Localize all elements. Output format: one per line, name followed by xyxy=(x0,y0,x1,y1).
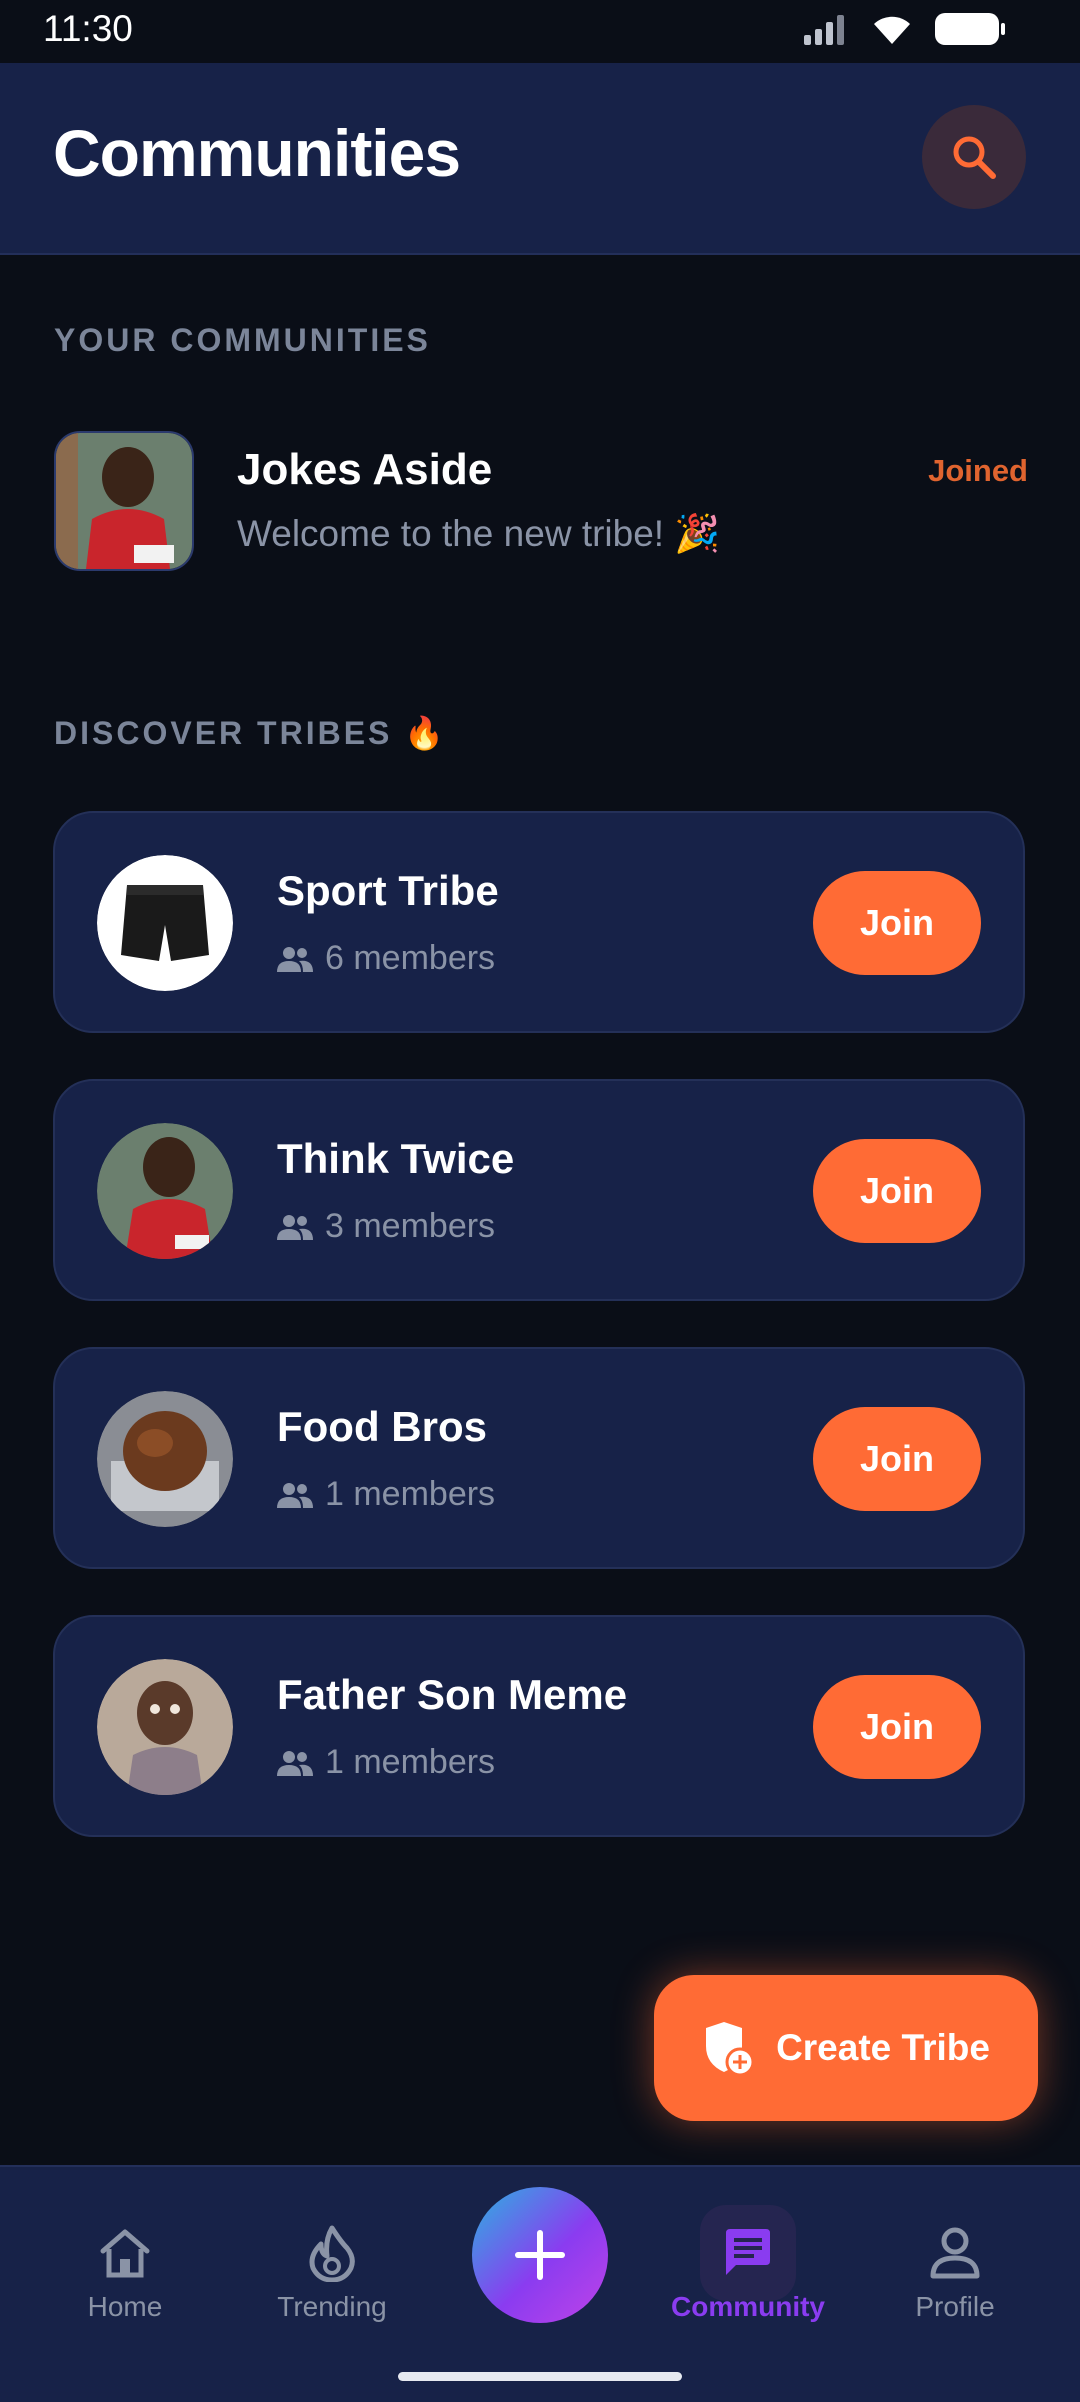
status-icons xyxy=(804,12,1006,46)
search-button[interactable] xyxy=(922,105,1026,209)
bottom-navigation: Home Trending Community Profile xyxy=(0,2165,1080,2402)
page-title: Communities xyxy=(53,116,461,190)
members-icon xyxy=(277,1482,313,1508)
create-tribe-label: Create Tribe xyxy=(776,2027,990,2068)
home-icon xyxy=(77,2205,173,2301)
tribe-members: 6 members xyxy=(277,939,495,978)
home-indicator xyxy=(398,2372,682,2381)
shield-add-icon xyxy=(706,2022,755,2076)
person-photo xyxy=(56,433,192,569)
tribe-name: Sport Tribe xyxy=(277,867,499,914)
members-icon xyxy=(277,1750,313,1776)
nav-home-label: Home xyxy=(87,2291,163,2322)
tribe-card[interactable]: Food Bros 1 members Join xyxy=(53,1347,1025,1569)
nav-profile-label: Profile xyxy=(915,2291,995,2322)
tribe-name: Food Bros xyxy=(277,1403,487,1450)
join-button[interactable]: Join xyxy=(813,1139,981,1243)
member-count: 6 members xyxy=(325,939,496,977)
tribe-name: Think Twice xyxy=(277,1135,515,1182)
tribe-avatar xyxy=(97,855,233,991)
tribe-card[interactable]: Sport Tribe 6 members Join xyxy=(53,811,1025,1033)
members-icon xyxy=(277,946,313,972)
member-count: 1 members xyxy=(325,1475,496,1513)
status-bar: 11:30 xyxy=(0,0,1080,63)
chat-icon xyxy=(700,2205,796,2301)
person-icon xyxy=(907,2205,1003,2301)
food-photo xyxy=(97,1391,233,1527)
nav-trending-label: Trending xyxy=(277,2291,387,2322)
tribe-members: 1 members xyxy=(277,1743,495,1782)
plus-icon xyxy=(515,2230,565,2280)
add-post-button[interactable] xyxy=(472,2187,608,2323)
tribe-name: Father Son Meme xyxy=(277,1671,628,1718)
tribe-members: 1 members xyxy=(277,1475,495,1514)
member-count: 3 members xyxy=(325,1207,496,1245)
tribe-avatar xyxy=(97,1391,233,1527)
tribe-card[interactable]: Think Twice 3 members Join xyxy=(53,1079,1025,1301)
joined-community-row[interactable]: Jokes Aside Welcome to the new tribe! 🎉 … xyxy=(54,431,1028,571)
battery-icon xyxy=(935,13,1005,45)
nav-community-label: Community xyxy=(671,2291,825,2322)
discover-tribes-heading: DISCOVER TRIBES 🔥 xyxy=(54,715,448,751)
community-name: Jokes Aside xyxy=(237,445,493,494)
signal-icon xyxy=(804,15,844,45)
your-communities-heading: YOUR COMMUNITIES xyxy=(54,322,431,358)
create-tribe-button[interactable]: Create Tribe xyxy=(654,1975,1038,2121)
child-photo xyxy=(97,1659,233,1795)
status-time: 11:30 xyxy=(43,8,133,49)
app-header: Communities xyxy=(0,63,1080,255)
members-icon xyxy=(277,1214,313,1240)
join-button[interactable]: Join xyxy=(813,1407,981,1511)
tribe-avatar xyxy=(97,1659,233,1795)
search-icon xyxy=(953,136,996,179)
joined-status-label: Joined xyxy=(928,453,1028,488)
member-count: 1 members xyxy=(325,1743,496,1781)
join-button[interactable]: Join xyxy=(813,871,981,975)
person-photo xyxy=(97,1123,233,1259)
tribe-card[interactable]: Father Son Meme 1 members Join xyxy=(53,1615,1025,1837)
community-avatar xyxy=(54,431,194,571)
wifi-icon xyxy=(874,16,910,44)
flame-icon xyxy=(284,2205,380,2301)
tribe-members: 3 members xyxy=(277,1207,495,1246)
join-button[interactable]: Join xyxy=(813,1675,981,1779)
community-subtitle: Welcome to the new tribe! 🎉 xyxy=(237,513,721,554)
shorts-photo xyxy=(97,855,233,991)
tribe-avatar xyxy=(97,1123,233,1259)
